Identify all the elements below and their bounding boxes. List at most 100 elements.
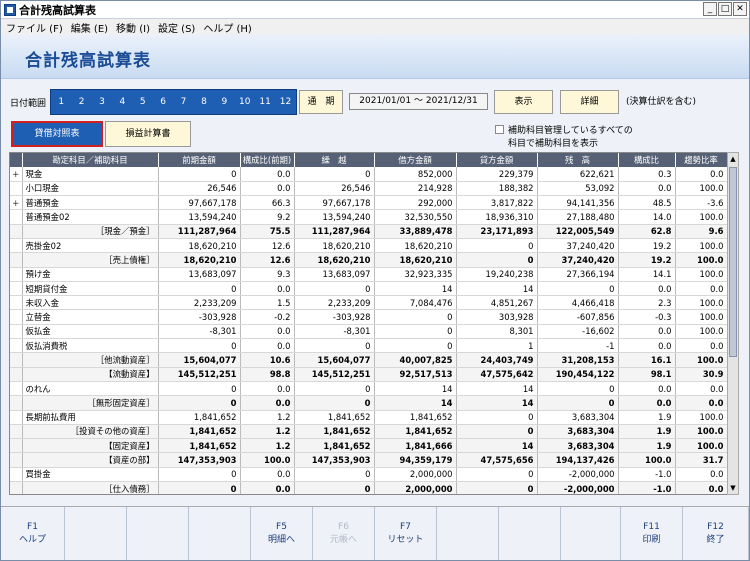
table-cell: 18,620,210 bbox=[374, 252, 457, 268]
table-row[interactable]: 【流動資産】 145,512,251 98.8 145,512,251 92,517,5… bbox=[10, 367, 728, 382]
scroll-up-arrow[interactable]: ▲ bbox=[728, 153, 738, 165]
column-header[interactable]: 趨勢比率 bbox=[675, 153, 728, 167]
detail-button[interactable]: 詳細 bbox=[560, 90, 619, 114]
table-row[interactable]: ［仕入債務］ 0 0.0 0 2,000,000 0 -2,000,000 -1.0 0.0 bbox=[10, 481, 728, 494]
vertical-scrollbar[interactable]: ▲ ▼ bbox=[727, 152, 739, 495]
table-cell: 18,620,210 bbox=[158, 252, 241, 268]
table-row[interactable]: ［無形固定資産］ 0 0.0 0 14 14 0 0.0 0.0 bbox=[10, 395, 728, 411]
table-row[interactable]: 売掛金02 18,620,210 12.6 18,620,210 18,620,210 0… bbox=[10, 238, 728, 254]
fkey-f7-button[interactable]: F7 リセット bbox=[375, 507, 437, 560]
trial-balance-grid[interactable]: 勘定科目／補助科目 前期金額 構成比(前期) 繰 越借方金額 貸方金額残 高構成比 趨勢比… bbox=[9, 152, 738, 495]
table-row[interactable]: 小口現金 26,546 0.0 26,546 214,928 188,382 53,092 0… bbox=[10, 181, 728, 197]
table-row[interactable]: 仮払消費税 0 0.0 0 0 1 -1 0.0 0.0 bbox=[10, 338, 728, 354]
table-cell: 100.0 bbox=[675, 352, 728, 368]
scroll-thumb[interactable] bbox=[729, 167, 737, 357]
month-button-9[interactable]: 9 bbox=[214, 90, 234, 114]
full-period-button[interactable]: 通 期 bbox=[299, 90, 343, 114]
table-cell: 0.0 bbox=[675, 281, 728, 297]
table-row[interactable]: のれん 0 0.0 0 14 14 0 0.0 0.0 bbox=[10, 381, 728, 397]
account-name: ［現金／預金］ bbox=[22, 224, 159, 239]
table-row[interactable]: 長期前払費用 1,841,652 1.2 1,841,652 1,841,652 0 3,6… bbox=[10, 410, 728, 425]
column-header[interactable]: 構成比(前期) bbox=[240, 153, 295, 167]
menu-edit[interactable]: 編集 (E) bbox=[71, 20, 108, 35]
table-cell: 19.2 bbox=[618, 252, 676, 268]
tab-income-statement[interactable]: 損益計算書 bbox=[105, 121, 191, 147]
minimize-button[interactable]: _ bbox=[703, 2, 717, 16]
menu-move[interactable]: 移動 (I) bbox=[116, 20, 150, 35]
table-cell: 100.0 bbox=[675, 324, 728, 340]
column-header[interactable]: 繰 越 bbox=[294, 153, 375, 167]
table-row[interactable]: + 普通預金 97,667,178 66.3 97,667,178 292,000 3,81… bbox=[10, 195, 728, 211]
table-row[interactable]: 立替金 -303,928 -0.2 -303,928 0 303,928 -607,856-… bbox=[10, 309, 728, 325]
table-cell: 24,403,749 bbox=[456, 352, 538, 368]
table-row[interactable]: 未収入金 2,233,209 1.5 2,233,209 7,084,476 4,851,… bbox=[10, 295, 728, 311]
table-cell: 0.0 bbox=[240, 395, 295, 411]
fkey-empty bbox=[65, 507, 127, 560]
month-button-1[interactable]: 1 bbox=[51, 90, 71, 114]
account-name: 普通預金 bbox=[22, 195, 159, 211]
month-button-12[interactable]: 12 bbox=[275, 90, 295, 114]
table-row[interactable]: ［現金／預金］ 111,287,964 75.5 111,287,964 33,889,… bbox=[10, 224, 728, 239]
column-header[interactable]: 構成比 bbox=[618, 153, 676, 167]
month-button-2[interactable]: 2 bbox=[71, 90, 91, 114]
fkey-f5-button[interactable]: F5 明細へ bbox=[251, 507, 313, 560]
menu-settings[interactable]: 設定 (S) bbox=[158, 20, 195, 35]
table-cell: 1,841,652 bbox=[294, 410, 375, 425]
table-cell: 0.0 bbox=[675, 338, 728, 354]
month-button-6[interactable]: 6 bbox=[153, 90, 173, 114]
expand-icon[interactable]: + bbox=[10, 195, 23, 211]
table-cell: 0 bbox=[294, 167, 375, 182]
table-row[interactable]: 買掛金 0 0.0 0 2,000,000 0 -2,000,000 -1.0 0.0 bbox=[10, 467, 728, 483]
table-cell: -303,928 bbox=[294, 309, 375, 325]
table-cell: 214,928 bbox=[374, 181, 457, 197]
expand-icon[interactable]: + bbox=[10, 167, 23, 182]
column-header[interactable]: 勘定科目／補助科目 bbox=[22, 153, 159, 167]
table-row[interactable]: 短期貸付金 0 0.0 0 14 14 0 0.0 0.0 bbox=[10, 281, 728, 297]
maximize-button[interactable]: □ bbox=[718, 2, 732, 16]
month-button-11[interactable]: 11 bbox=[255, 90, 275, 114]
table-row[interactable]: 【資産の部】 147,353,903 100.0 147,353,903 94,359,… bbox=[10, 452, 728, 468]
fkey-empty bbox=[561, 507, 621, 560]
menu-help[interactable]: ヘルプ (H) bbox=[203, 20, 252, 35]
fkey-f1-button[interactable]: F1 ヘルプ bbox=[1, 507, 65, 560]
column-header[interactable]: 貸方金額 bbox=[456, 153, 538, 167]
table-cell: 14 bbox=[456, 395, 538, 411]
column-header[interactable]: 残 高 bbox=[537, 153, 619, 167]
table-cell: 3,817,822 bbox=[456, 195, 538, 211]
table-row[interactable]: 預け金 13,683,097 9.3 13,683,097 32,923,335 19,2… bbox=[10, 267, 728, 282]
table-row[interactable]: 普通預金02 13,594,240 9.2 13,594,240 32,530,550 1… bbox=[10, 209, 728, 225]
table-row[interactable]: ［売上債権］ 18,620,210 12.6 18,620,210 18,620,210… bbox=[10, 252, 728, 268]
column-header[interactable] bbox=[10, 153, 23, 167]
table-row[interactable]: 【固定資産】 1,841,652 1.2 1,841,652 1,841,666 14 3,… bbox=[10, 438, 728, 454]
table-row[interactable]: 仮払金 -8,301 0.0 -8,301 0 8,301 -16,602 0.0 100.0 bbox=[10, 324, 728, 340]
table-row[interactable]: + 現金 0 0.0 0 852,000 229,379 622,621 0.3 0.0 bbox=[10, 167, 728, 182]
show-subaccounts-option[interactable]: 補助科目管理しているすべての bbox=[495, 123, 633, 136]
fkey-f11-button[interactable]: F11 印刷 bbox=[621, 507, 683, 560]
month-button-4[interactable]: 4 bbox=[112, 90, 132, 114]
column-header[interactable]: 前期金額 bbox=[158, 153, 241, 167]
table-row[interactable]: ［投資その他の資産］ 1,841,652 1.2 1,841,652 1,841,652… bbox=[10, 424, 728, 440]
table-cell: -2,000,000 bbox=[537, 467, 619, 483]
month-button-8[interactable]: 8 bbox=[194, 90, 214, 114]
table-cell: 9.6 bbox=[675, 224, 728, 239]
scroll-down-arrow[interactable]: ▼ bbox=[728, 482, 738, 494]
checkbox[interactable] bbox=[495, 125, 504, 134]
table-cell: 0.0 bbox=[240, 281, 295, 297]
table-row[interactable]: ［他流動資産］ 15,604,077 10.6 15,604,077 40,007,82… bbox=[10, 352, 728, 368]
table-cell: 15,604,077 bbox=[294, 352, 375, 368]
table-cell: -0.2 bbox=[240, 309, 295, 325]
row-gutter bbox=[10, 338, 23, 354]
month-button-7[interactable]: 7 bbox=[173, 90, 193, 114]
table-cell: 2,000,000 bbox=[374, 467, 457, 483]
menu-file[interactable]: ファイル (F) bbox=[6, 20, 63, 35]
fkey-f12-button[interactable]: F12 終了 bbox=[683, 507, 749, 560]
month-button-3[interactable]: 3 bbox=[92, 90, 112, 114]
column-header[interactable]: 借方金額 bbox=[374, 153, 457, 167]
tab-balance-sheet[interactable]: 貸借対照表 bbox=[11, 121, 103, 147]
show-button[interactable]: 表示 bbox=[494, 90, 553, 114]
month-button-10[interactable]: 10 bbox=[235, 90, 255, 114]
fkey-f6-button[interactable]: F6 元帳へ bbox=[313, 507, 375, 560]
month-button-5[interactable]: 5 bbox=[133, 90, 153, 114]
table-cell: 3,683,304 bbox=[537, 438, 619, 454]
close-button[interactable]: ✕ bbox=[733, 2, 747, 16]
